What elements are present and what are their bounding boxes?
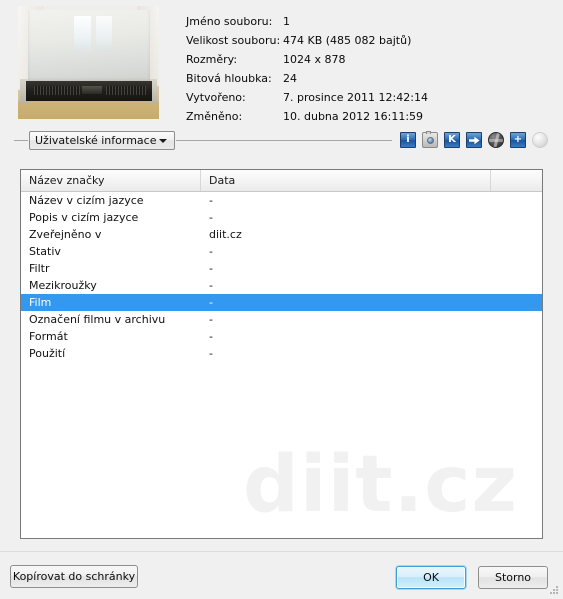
- row-name: Zveřejněno v: [29, 228, 102, 241]
- row-name: Filtr: [29, 262, 50, 275]
- copy-to-clipboard-button[interactable]: Kopírovat do schránky: [10, 565, 138, 588]
- table-row[interactable]: Popis v cizím jazyce -: [21, 209, 542, 226]
- list-header: Název značky Data: [21, 170, 542, 192]
- metadata-label: Vytvořeno:: [186, 91, 246, 104]
- metadata-value: 10. dubna 2012 16:11:59: [283, 110, 424, 123]
- metadata-row: Jméno souboru: 1: [186, 12, 516, 31]
- groupbox-divider-right: [176, 140, 392, 141]
- column-header-extra[interactable]: [491, 170, 542, 191]
- resize-grip[interactable]: [548, 584, 560, 596]
- metadata-label: Bitová hloubka:: [186, 72, 272, 85]
- metadata-value: 1: [283, 15, 290, 28]
- keywords-icon[interactable]: K: [444, 132, 460, 148]
- row-name: Formát: [29, 330, 68, 343]
- info-glyph: i: [406, 134, 410, 145]
- row-name: Použití: [29, 347, 66, 360]
- row-name: Film: [29, 296, 52, 309]
- metadata-value: 24: [283, 72, 297, 85]
- camera-icon[interactable]: [422, 131, 438, 148]
- arrow-right-icon[interactable]: [466, 132, 482, 148]
- groupbox-divider-left: [14, 140, 28, 141]
- ok-button[interactable]: OK: [396, 566, 466, 589]
- metadata-label: Velikost souboru:: [186, 34, 281, 47]
- table-row[interactable]: Označení filmu v archivu -: [21, 311, 542, 328]
- metadata-toolbar: i K +: [400, 131, 548, 148]
- row-data: -: [209, 262, 213, 275]
- metadata-value: 474 KB (485 082 bajtů): [283, 34, 412, 47]
- row-data: -: [209, 347, 213, 360]
- row-name: Stativ: [29, 245, 61, 258]
- server-photo: [18, 6, 159, 119]
- metadata-list[interactable]: Název značky Data diit.cz Název v cizím …: [20, 169, 543, 539]
- metadata-row: Bitová hloubka: 24: [186, 69, 516, 88]
- metadata-row: Velikost souboru: 474 KB (485 082 bajtů): [186, 31, 516, 50]
- row-name: Označení filmu v archivu: [29, 313, 166, 326]
- chevron-down-icon: [159, 139, 167, 143]
- row-data: -: [209, 313, 213, 326]
- plus-glyph: +: [513, 134, 523, 145]
- table-row[interactable]: Formát -: [21, 328, 542, 345]
- plus-icon[interactable]: +: [510, 132, 526, 148]
- metadata-label: Jméno souboru:: [186, 15, 273, 28]
- row-data: -: [209, 279, 213, 292]
- category-dropdown-label: Uživatelské informace: [35, 134, 157, 147]
- table-row[interactable]: Stativ -: [21, 243, 542, 260]
- row-data: -: [209, 296, 213, 309]
- footer-divider: [0, 551, 563, 552]
- keywords-glyph: K: [448, 134, 456, 145]
- table-row-selected[interactable]: Film -: [21, 294, 542, 311]
- metadata-row: Vytvořeno: 7. prosince 2011 12:42:14: [186, 88, 516, 107]
- metadata-label: Rozměry:: [186, 53, 238, 66]
- table-row[interactable]: Zveřejněno v diit.cz: [21, 226, 542, 243]
- table-row[interactable]: Mezikroužky -: [21, 277, 542, 294]
- row-data: -: [209, 211, 213, 224]
- metadata-value: 1024 x 878: [283, 53, 346, 66]
- row-data: -: [209, 245, 213, 258]
- list-body: diit.cz Název v cizím jazyce - Popis v c…: [21, 192, 542, 530]
- cancel-button[interactable]: Storno: [478, 566, 548, 589]
- metadata-row: Rozměry: 1024 x 878: [186, 50, 516, 69]
- image-thumbnail: [18, 6, 159, 119]
- table-row[interactable]: Název v cizím jazyce -: [21, 192, 542, 209]
- row-name: Mezikroužky: [29, 279, 97, 292]
- row-name: Název v cizím jazyce: [29, 194, 144, 207]
- column-header-name[interactable]: Název značky: [21, 170, 201, 191]
- info-icon[interactable]: i: [400, 132, 416, 148]
- row-data: diit.cz: [209, 228, 242, 241]
- file-metadata: Jméno souboru: 1 Velikost souboru: 474 K…: [186, 12, 516, 126]
- watermark-text: diit.cz: [243, 440, 518, 530]
- sphere-icon: [532, 132, 548, 148]
- metadata-label: Změněno:: [186, 110, 243, 123]
- row-data: -: [209, 194, 213, 207]
- table-row[interactable]: Použití -: [21, 345, 542, 362]
- file-properties-dialog: Jméno souboru: 1 Velikost souboru: 474 K…: [0, 0, 563, 599]
- metadata-row: Změněno: 10. dubna 2012 16:11:59: [186, 107, 516, 126]
- category-dropdown[interactable]: Uživatelské informace: [29, 131, 175, 150]
- metadata-value: 7. prosince 2011 12:42:14: [283, 91, 428, 104]
- globe-icon[interactable]: [488, 132, 504, 148]
- row-name: Popis v cizím jazyce: [29, 211, 139, 224]
- table-row[interactable]: Filtr -: [21, 260, 542, 277]
- row-data: -: [209, 330, 213, 343]
- column-header-data[interactable]: Data: [201, 170, 491, 191]
